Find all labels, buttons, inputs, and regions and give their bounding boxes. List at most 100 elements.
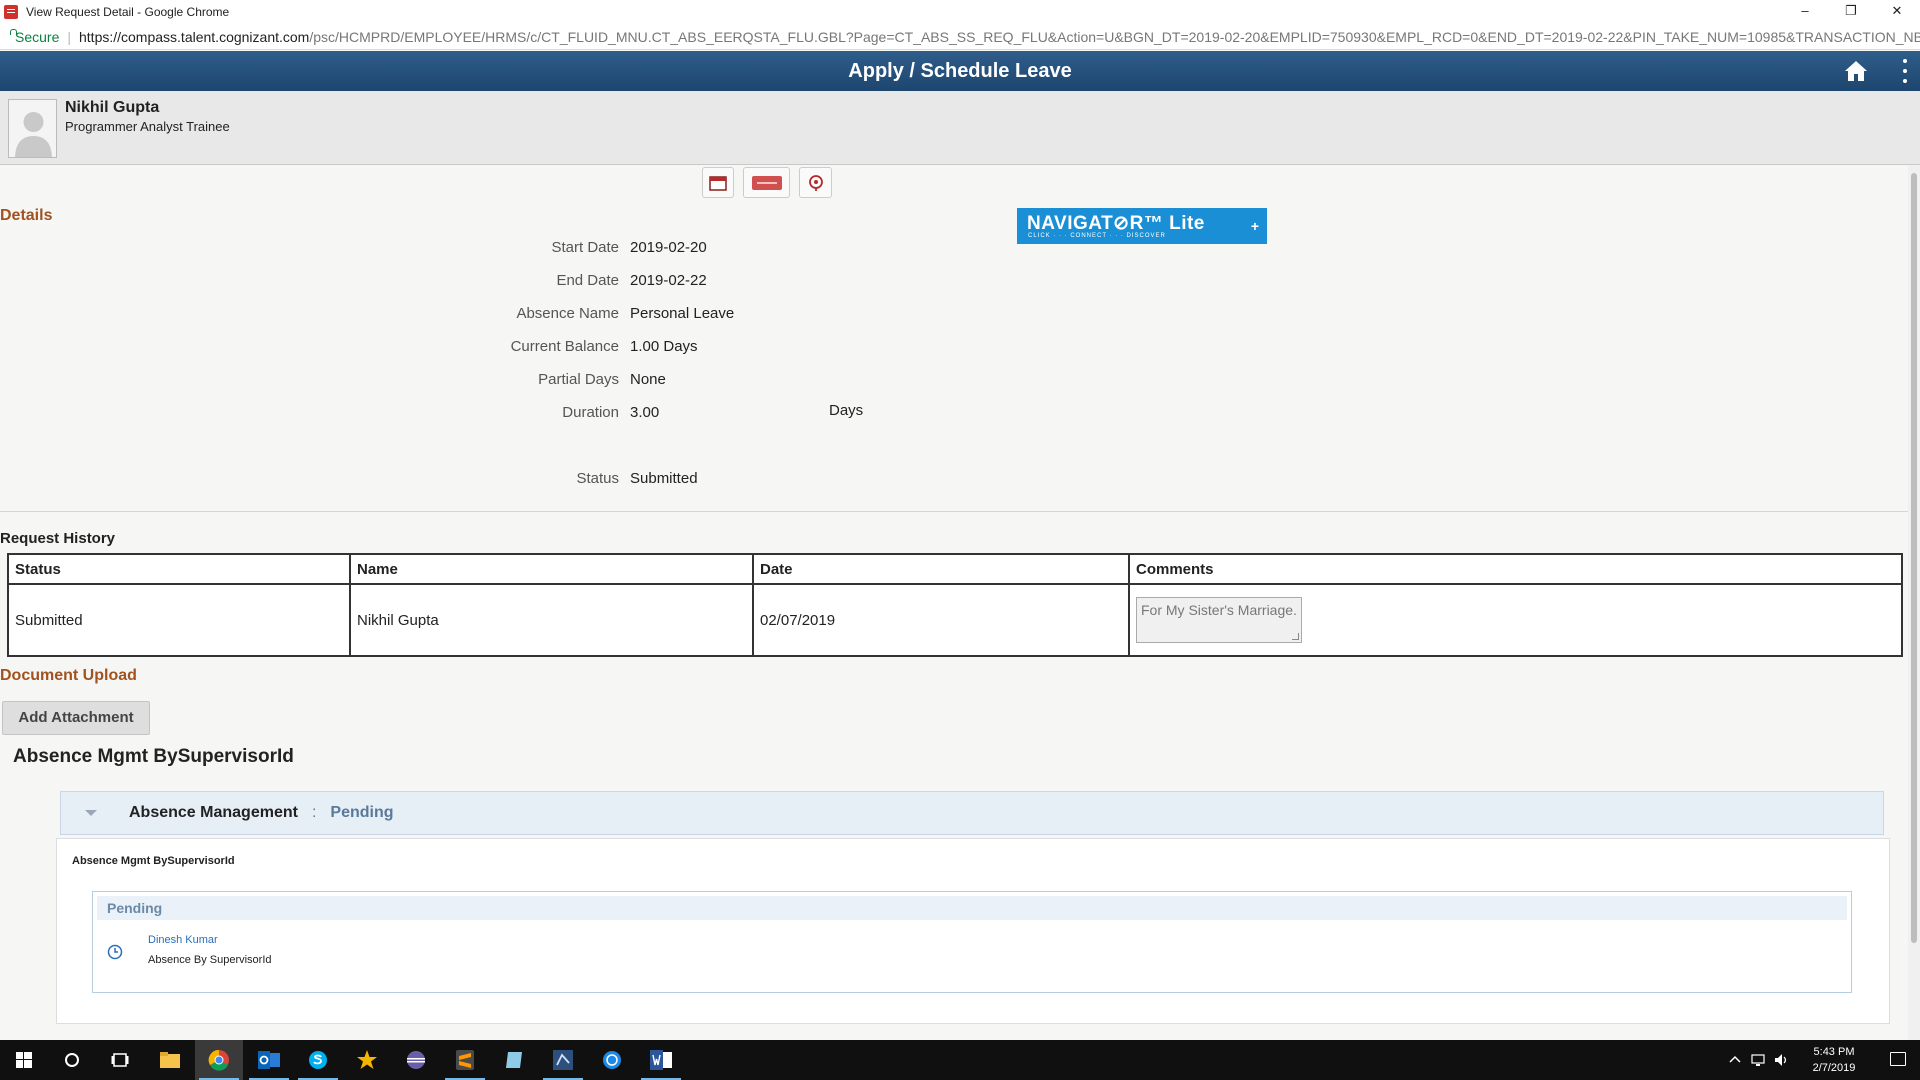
- url-host: https://compass.talent.cognizant.com: [79, 28, 310, 45]
- field-status: Status Submitted: [0, 470, 1000, 492]
- absence-management-collapsible-header[interactable]: Absence Management : Pending: [60, 791, 1884, 835]
- app-taskbar-item[interactable]: [343, 1040, 391, 1080]
- system-tray: [1728, 1040, 1790, 1080]
- field-label: Current Balance: [510, 338, 619, 355]
- calendar-button[interactable]: [702, 167, 734, 198]
- field-value: Personal Leave: [630, 305, 735, 322]
- database-tool-icon: [553, 1050, 573, 1070]
- field-value: 3.00: [630, 404, 660, 421]
- clock-date: 2/7/2019: [1812, 1062, 1856, 1074]
- network-icon[interactable]: [1750, 1053, 1766, 1067]
- word-taskbar-item[interactable]: [637, 1040, 685, 1080]
- field-absence-name: Absence Name Personal Leave: [0, 305, 1000, 327]
- request-history-title: Request History: [0, 530, 116, 547]
- tray-chevron-icon[interactable]: [1728, 1053, 1742, 1067]
- avatar: [8, 99, 57, 158]
- field-current-balance: Current Balance 1.00 Days: [0, 338, 1000, 360]
- windows-logo-icon: [16, 1052, 32, 1068]
- field-label: Duration: [562, 404, 619, 421]
- scrollbar-thumb[interactable]: [1911, 173, 1917, 943]
- volume-icon[interactable]: [1774, 1053, 1790, 1067]
- navigator-title: NAVIGAT⊘R™ Lite: [1027, 213, 1205, 234]
- close-button[interactable]: ✕: [1874, 0, 1920, 24]
- start-button[interactable]: [0, 1040, 48, 1080]
- comment-textarea[interactable]: For My Sister's Marriage.: [1136, 597, 1302, 643]
- field-value: None: [630, 371, 666, 388]
- actions-menu-icon[interactable]: [1902, 59, 1908, 83]
- cancel-request-button[interactable]: [743, 167, 790, 198]
- taskbar-clock[interactable]: 5:43 PM 2/7/2019: [1804, 1044, 1864, 1076]
- column-header: Date: [752, 553, 1130, 585]
- request-history-table: Status Name Date Comments Submitted Nikh…: [7, 553, 1903, 657]
- approval-panel: Absence Mgmt BySupervisorId Pending Dine…: [56, 838, 1890, 1024]
- field-label: End Date: [556, 272, 619, 289]
- sdi-app-icon: [603, 1051, 621, 1069]
- field-value: Submitted: [630, 470, 698, 487]
- cell-status: Submitted: [7, 583, 351, 657]
- eclipse-icon: [407, 1051, 425, 1069]
- page-title: Apply / Schedule Leave: [848, 59, 1072, 82]
- page-header-banner: Apply / Schedule Leave: [0, 51, 1920, 91]
- skype-icon: [309, 1051, 327, 1069]
- minimize-button[interactable]: –: [1782, 0, 1828, 24]
- employee-banner: Nikhil Gupta Programmer Analyst Trainee: [0, 91, 1920, 165]
- cortana-icon: [65, 1053, 79, 1067]
- window-controls: – ❐ ✕: [1782, 0, 1920, 24]
- field-value: 2019-02-20: [630, 239, 707, 256]
- address-separator: |: [67, 28, 71, 45]
- task-view-icon: [111, 1053, 129, 1067]
- view-approvers-button[interactable]: [799, 167, 832, 198]
- sdi-taskbar-item[interactable]: [588, 1040, 636, 1080]
- field-label: Partial Days: [538, 371, 619, 388]
- column-header: Comments: [1128, 553, 1903, 585]
- sql-developer-taskbar-item[interactable]: [539, 1040, 587, 1080]
- pending-step-header: Pending: [97, 896, 1847, 920]
- url-path: /psc/HCMPRD/EMPLOYEE/HRMS/c/CT_FLUID_MNU…: [309, 28, 1920, 45]
- sublime-taskbar-item[interactable]: [441, 1040, 489, 1080]
- notepad-taskbar-item[interactable]: [490, 1040, 538, 1080]
- navigator-tagline: CLICK · · · CONNECT · · · DISCOVER: [1028, 233, 1166, 239]
- collapse-chevron-icon[interactable]: [85, 810, 97, 816]
- navigator-lite-widget[interactable]: NAVIGAT⊘R™ Lite CLICK · · · CONNECT · · …: [1017, 208, 1267, 244]
- window-title: View Request Detail - Google Chrome: [26, 5, 230, 19]
- field-label: Start Date: [551, 239, 619, 256]
- approval-chain-title: Absence Mgmt BySupervisorId: [13, 746, 294, 767]
- document-upload-heading: Document Upload: [0, 667, 137, 684]
- field-start-date: Start Date 2019-02-20: [0, 239, 1000, 261]
- duration-unit: Days: [829, 402, 864, 419]
- field-label: Status: [576, 470, 619, 487]
- outlook-taskbar-item[interactable]: [245, 1040, 293, 1080]
- field-label: Absence Name: [516, 305, 619, 322]
- file-explorer-taskbar-item[interactable]: [146, 1040, 194, 1080]
- cell-comments: For My Sister's Marriage.: [1128, 583, 1903, 657]
- employee-name: Nikhil Gupta: [65, 99, 160, 116]
- navigator-expand-icon[interactable]: +: [1251, 218, 1259, 234]
- approver-link[interactable]: Dinesh Kumar: [148, 934, 218, 946]
- approval-process-label: Absence Management: [129, 804, 298, 821]
- skype-taskbar-item[interactable]: [294, 1040, 342, 1080]
- secure-label: Secure: [15, 28, 60, 45]
- address-bar[interactable]: Secure | https://compass.talent.cognizan…: [0, 24, 1920, 50]
- approval-status: Pending: [330, 804, 394, 821]
- chrome-taskbar-item[interactable]: [195, 1040, 243, 1080]
- folder-icon: [160, 1052, 180, 1068]
- table-row: Submitted Nikhil Gupta 02/07/2019 For My…: [7, 583, 1903, 657]
- page-scrollbar[interactable]: [1908, 165, 1920, 1040]
- eclipse-taskbar-item[interactable]: [392, 1040, 440, 1080]
- star-app-icon: [357, 1050, 377, 1069]
- restore-button[interactable]: ❐: [1828, 0, 1874, 24]
- chrome-app-icon: [4, 5, 18, 19]
- task-view-button[interactable]: [96, 1040, 144, 1080]
- section-divider: [0, 511, 1908, 512]
- approval-subtitle: Absence Mgmt BySupervisorId: [72, 855, 235, 867]
- column-header: Name: [349, 553, 754, 585]
- action-center-icon[interactable]: [1890, 1052, 1906, 1066]
- notepad-icon: [506, 1052, 522, 1068]
- search-button[interactable]: [48, 1040, 96, 1080]
- chrome-icon: [208, 1049, 229, 1071]
- add-attachment-button[interactable]: Add Attachment: [2, 701, 150, 735]
- cancel-icon: [751, 175, 782, 190]
- clock-time: 5:43 PM: [1813, 1046, 1855, 1058]
- clock-icon: [107, 944, 123, 960]
- home-icon[interactable]: [1844, 59, 1868, 83]
